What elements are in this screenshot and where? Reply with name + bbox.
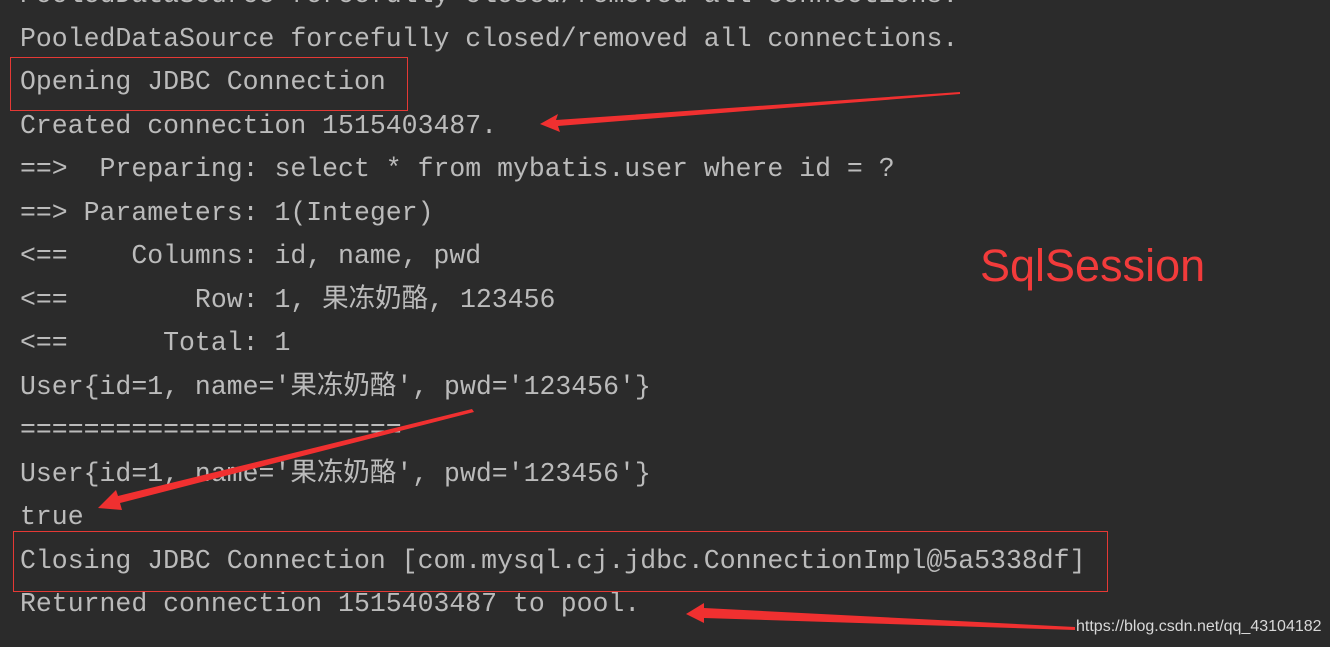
- annotation-arrows: [98, 92, 1075, 630]
- arrow-true: [98, 409, 474, 510]
- arrow-created-connection: [540, 92, 960, 132]
- sqlsession-annotation: SqlSession: [980, 240, 1206, 291]
- watermark: https://blog.csdn.net/qq_43104182: [1076, 618, 1322, 635]
- arrow-returned-connection: [686, 603, 1075, 630]
